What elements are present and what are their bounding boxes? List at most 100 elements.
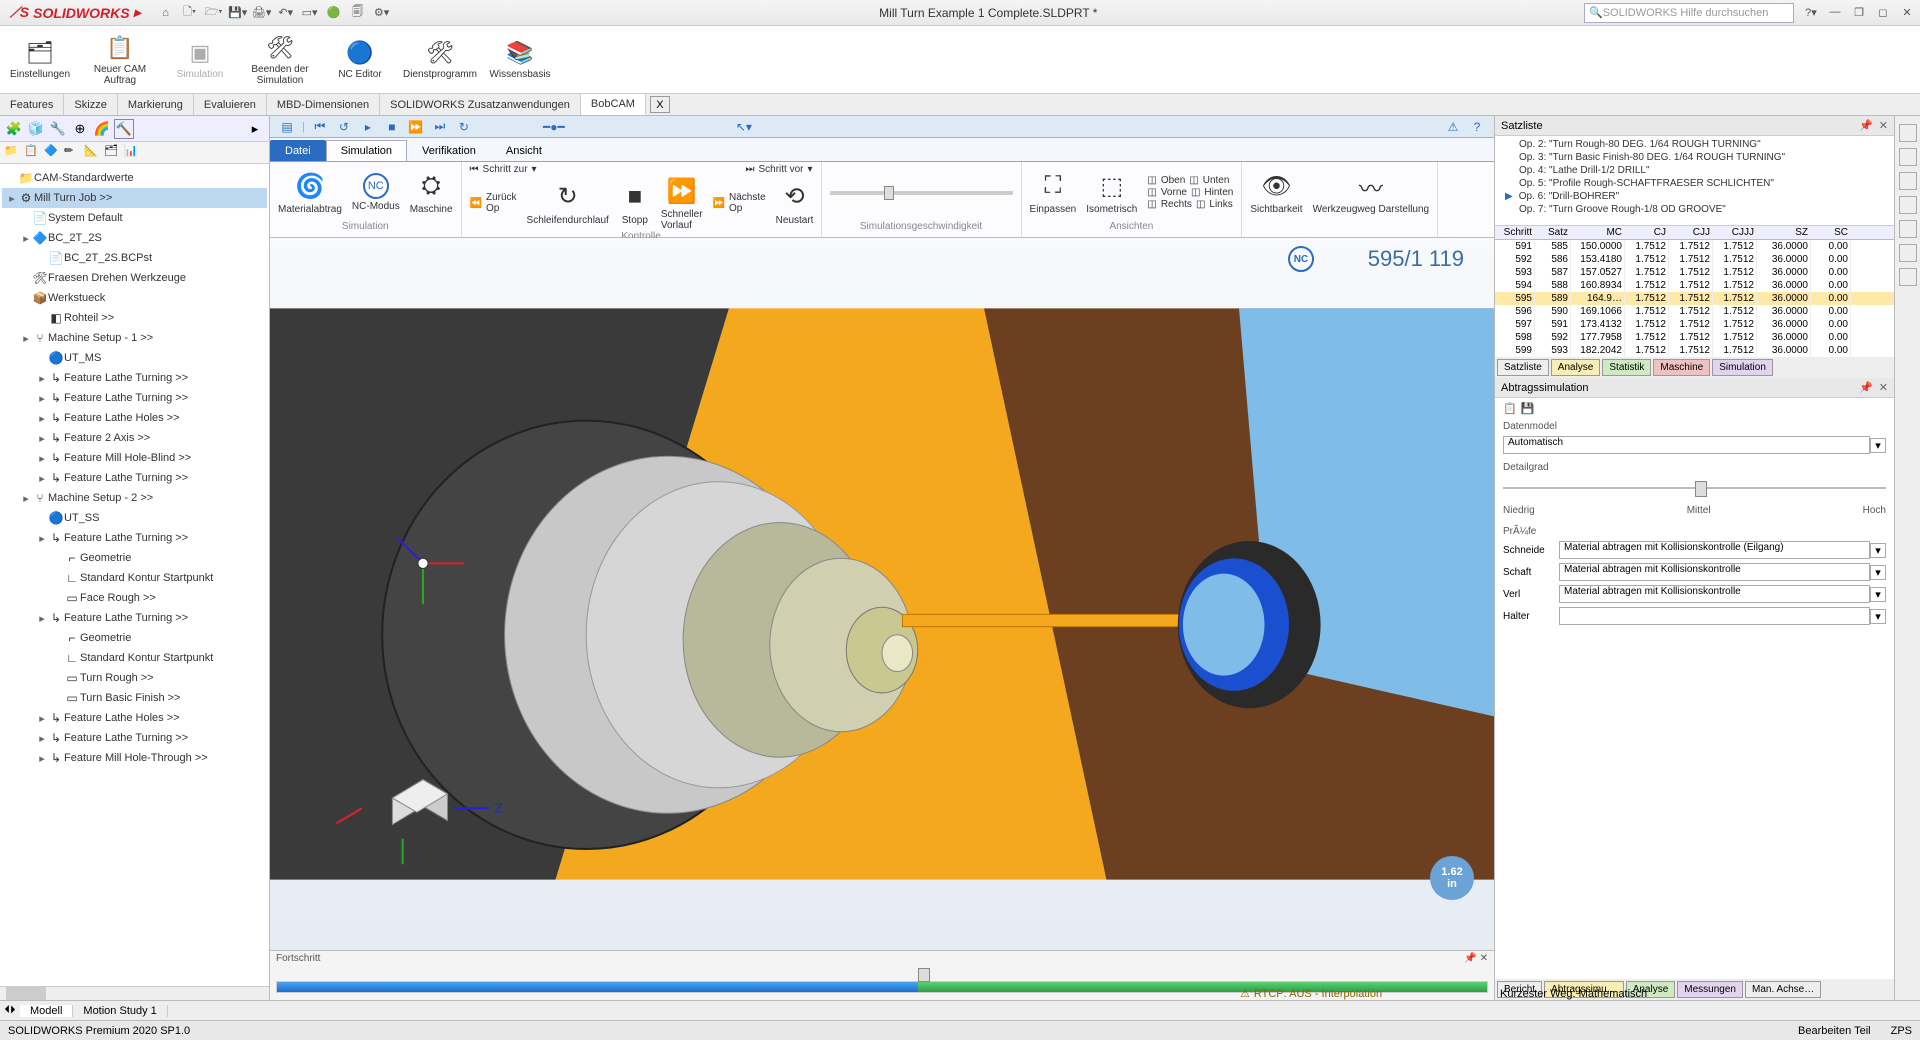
visibility-button[interactable]: 👁Sichtbarkeit (1250, 170, 1302, 215)
tree-item[interactable]: ▸↳Feature Mill Hole-Blind >> (2, 448, 267, 468)
tree-item[interactable]: ∟Standard Kontur Startpunkt (2, 648, 267, 668)
tree-item[interactable]: 📄BC_2T_2S.BCPst (2, 248, 267, 268)
view-front[interactable]: ◫ Vorne ◫ Hinten (1147, 187, 1233, 198)
t7-icon[interactable]: 📊 (124, 144, 142, 161)
tree-item[interactable]: ▸🔷BC_2T_2S (2, 228, 267, 248)
tree-item[interactable]: ◧Rohteil >> (2, 308, 267, 328)
cam-icon[interactable]: 🔨 (114, 119, 134, 139)
pin-icon[interactable]: 📌 (1859, 119, 1873, 132)
end-simulation-button[interactable]: 🛠Beenden der Simulation (248, 34, 312, 86)
tree-item[interactable]: ▸⚙Mill Turn Job >> (2, 188, 267, 208)
tab-mbd[interactable]: MBD-Dimensionen (267, 94, 380, 115)
tab-file[interactable]: Datei (270, 140, 326, 161)
t6-icon[interactable]: 🗂 (104, 144, 122, 161)
tab-markup[interactable]: Markierung (118, 94, 194, 115)
tab-analyse[interactable]: Analyse (1551, 359, 1601, 376)
tab-view[interactable]: Ansicht (491, 140, 557, 161)
stop-button[interactable]: ■Stopp (619, 181, 651, 226)
detailgrad-slider[interactable] (1503, 477, 1886, 501)
rewind-icon[interactable]: ⏮ (311, 118, 329, 136)
grid-row[interactable]: 598592177.79581.75121.75121.751236.00000… (1495, 331, 1894, 344)
op-item[interactable]: Op. 5: "Profile Rough-SCHAFTFRAESER SCHL… (1499, 177, 1890, 190)
tab-statistik[interactable]: Statistik (1602, 359, 1651, 376)
tab-maschine[interactable]: Maschine (1653, 359, 1710, 376)
ff-icon[interactable]: ⏩ (407, 118, 425, 136)
step-fwd-button[interactable]: ⏭ Schritt vor ▾ (745, 164, 812, 175)
tab-sketch[interactable]: Skizze (64, 94, 117, 115)
tab-satzliste[interactable]: Satzliste (1497, 359, 1549, 376)
new-icon[interactable]: 🗋▾ (179, 3, 201, 23)
datenmodel-select[interactable]: Automatisch (1503, 436, 1870, 454)
abtrag-select[interactable]: Material abtragen mit Kollisionskontroll… (1559, 563, 1870, 581)
tree-item[interactable]: ▭Turn Basic Finish >> (2, 688, 267, 708)
restart-button[interactable]: ⟲Neustart (776, 181, 814, 226)
warn-icon[interactable]: ⚠ (1444, 118, 1462, 136)
machine-button[interactable]: ⛭Maschine (410, 170, 453, 215)
tab-verification[interactable]: Verifikation (407, 140, 491, 161)
tab-motion-study[interactable]: Motion Study 1 (73, 1005, 167, 1017)
new-cam-job-button[interactable]: 📋Neuer CAM Auftrag (88, 34, 152, 86)
conf-icon[interactable]: 🔧 (48, 119, 68, 139)
back-icon[interactable]: ↺ (335, 118, 353, 136)
settings-icon[interactable]: ⚙▾ (371, 3, 393, 23)
search-box[interactable]: 🔍 SOLIDWORKS Hilfe durchsuchen (1584, 3, 1794, 23)
fit-button[interactable]: ⛶Einpassen (1030, 170, 1077, 215)
grid-row[interactable]: 594588160.89341.75121.75121.751236.00000… (1495, 279, 1894, 292)
grid-row[interactable]: 595589164.9…1.75121.75121.751236.00000.0… (1495, 292, 1894, 305)
play-icon[interactable]: ▸ (359, 118, 377, 136)
tree-item[interactable]: 📁CAM-Standardwerte (2, 168, 267, 188)
simulation-button[interactable]: ▣Simulation (168, 39, 232, 80)
nc-mode-button[interactable]: NCNC-Modus (352, 173, 400, 212)
close-icon[interactable]: ✕ (1879, 381, 1888, 394)
fm-icon[interactable]: 🧩 (4, 119, 24, 139)
next-op-button[interactable]: ⏩ Nächste Op (713, 192, 766, 214)
cursor-icon[interactable]: ↖▾ (735, 118, 753, 136)
maximize-icon[interactable]: ◻ (1874, 6, 1892, 19)
tree-item[interactable]: 📦Werkstueck (2, 288, 267, 308)
ff-button[interactable]: ⏩Schneller Vorlauf (661, 175, 703, 231)
tree-item[interactable]: ▸↳Feature Lathe Turning >> (2, 468, 267, 488)
tab-achse[interactable]: Man. Achse… (1745, 981, 1821, 998)
tree-item[interactable]: ▸↳Feature Lathe Turning >> (2, 368, 267, 388)
abtrag-select[interactable] (1559, 607, 1870, 625)
tab-simulation[interactable]: Simulation (1712, 359, 1773, 376)
feature-tree[interactable]: 📁CAM-Standardwerte▸⚙Mill Turn Job >>📄Sys… (0, 164, 269, 986)
tree-item[interactable]: ⌐Geometrie (2, 628, 267, 648)
grid-row[interactable]: 593587157.05271.75121.75121.751236.00000… (1495, 266, 1894, 279)
strip-icon[interactable] (1899, 220, 1917, 238)
help-icon[interactable]: ?▾ (1802, 6, 1820, 19)
strip-icon[interactable] (1899, 148, 1917, 166)
t2-icon[interactable]: 📋 (24, 144, 42, 161)
strip-icon[interactable] (1899, 244, 1917, 262)
settings-button[interactable]: 🗂Einstellungen (8, 39, 72, 80)
tab-addins[interactable]: SOLIDWORKS Zusatzanwendungen (380, 94, 581, 115)
abtrag-icon1[interactable]: 📋 (1503, 402, 1517, 415)
view-top[interactable]: ◫ Oben ◫ Unten (1147, 175, 1233, 186)
grid-row[interactable]: 596590169.10661.75121.75121.751236.00000… (1495, 305, 1894, 318)
iso-button[interactable]: ⬚Isometrisch (1086, 170, 1137, 215)
strip-icon[interactable] (1899, 196, 1917, 214)
options-icon[interactable]: 🗐 (347, 3, 369, 23)
loop-icon[interactable]: ↻ (455, 118, 473, 136)
tab-evaluate[interactable]: Evaluieren (194, 94, 267, 115)
toolpath-disp-button[interactable]: 〰Werkzeugweg Darstellung (1313, 170, 1430, 215)
disp-icon[interactable]: 🌈 (92, 119, 112, 139)
tab-messungen[interactable]: Messungen (1677, 981, 1743, 998)
tree-scrollbar[interactable] (0, 986, 269, 1000)
restore-icon[interactable]: ❐ (1850, 6, 1868, 19)
view-right[interactable]: ◫ Rechts ◫ Links (1147, 199, 1233, 210)
3d-viewport[interactable]: Z NC 595/1 119 1.62in (270, 238, 1494, 950)
end-icon[interactable]: ⏭ (431, 118, 449, 136)
strip-icon[interactable] (1899, 124, 1917, 142)
step-back-button[interactable]: ⏮ Schritt zur ▾ (470, 164, 537, 175)
dim-icon[interactable]: ⊕ (70, 119, 90, 139)
close-icon[interactable]: ✕ (1879, 119, 1888, 132)
op-item[interactable]: Op. 3: "Turn Basic Finish-80 DEG. 1/64 R… (1499, 151, 1890, 164)
op-item[interactable]: Op. 4: "Lathe Drill-1/2 DRILL" (1499, 164, 1890, 177)
rebuild-icon[interactable]: 🟢 (323, 3, 345, 23)
tree-item[interactable]: ▸↳Feature Lathe Holes >> (2, 708, 267, 728)
home-icon[interactable]: ⌂ (155, 3, 177, 23)
tab-model[interactable]: Modell (20, 1005, 73, 1017)
utility-button[interactable]: 🛠Dienstprogramm (408, 39, 472, 80)
progress-pin-icon[interactable]: 📌 ✕ (1464, 953, 1488, 967)
